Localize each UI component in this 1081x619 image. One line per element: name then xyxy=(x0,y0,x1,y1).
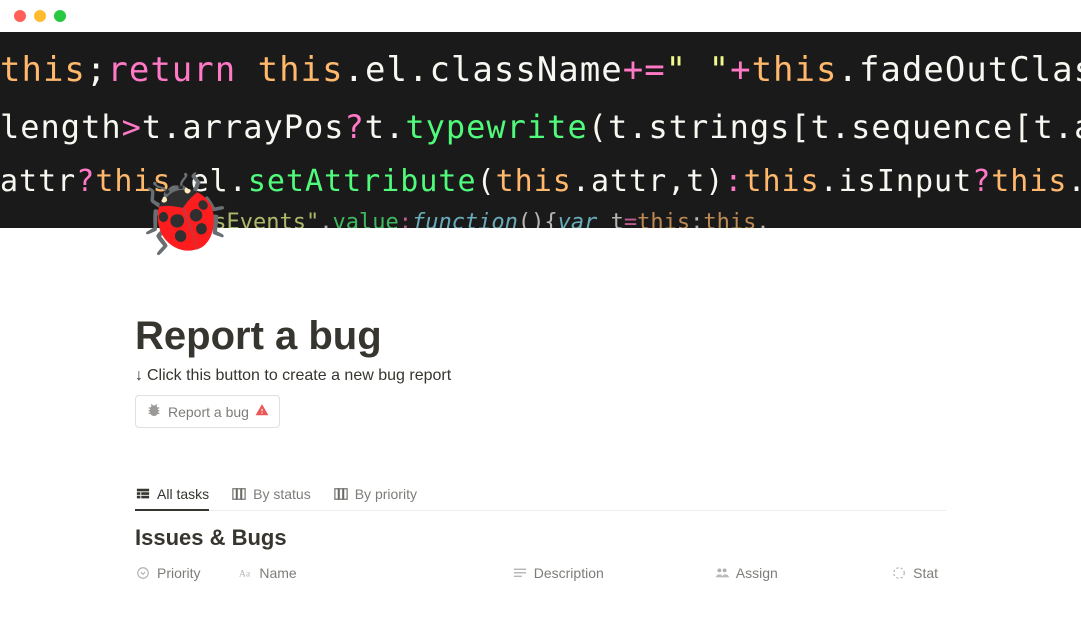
column-label: Stat xyxy=(913,565,938,581)
down-arrow-icon: ↓ xyxy=(135,367,143,385)
status-icon xyxy=(891,565,907,581)
column-header-description[interactable]: Description xyxy=(512,559,714,587)
cover-code-line: length>t.arrayPos?t.typewrite(t.strings[… xyxy=(0,108,1081,146)
page-content: Report a bug ↓ Click this button to crea… xyxy=(0,228,1081,587)
database-views: All tasks By status By priority xyxy=(135,486,946,511)
column-header-status[interactable]: Stat xyxy=(891,559,946,587)
column-label: Description xyxy=(534,565,604,581)
column-header-name[interactable]: Aa Name xyxy=(237,559,511,587)
lines-icon xyxy=(512,565,528,581)
view-tab-label: By status xyxy=(253,486,311,502)
page-subtitle[interactable]: ↓ Click this button to create a new bug … xyxy=(135,367,946,385)
warning-icon xyxy=(255,403,269,420)
page-icon[interactable]: 🐞 xyxy=(135,175,232,253)
select-icon xyxy=(135,565,151,581)
window-titlebar xyxy=(0,0,1081,32)
view-tab-by-status[interactable]: By status xyxy=(231,486,311,511)
svg-text:Aa: Aa xyxy=(239,569,251,580)
table-icon xyxy=(135,486,151,502)
maximize-window-button[interactable] xyxy=(54,10,66,22)
view-tab-label: By priority xyxy=(355,486,417,502)
close-window-button[interactable] xyxy=(14,10,26,22)
board-icon xyxy=(333,486,349,502)
minimize-window-button[interactable] xyxy=(34,10,46,22)
view-tab-label: All tasks xyxy=(157,486,209,502)
bug-icon xyxy=(146,402,162,421)
column-header-assign[interactable]: Assign xyxy=(714,559,891,587)
board-icon xyxy=(231,486,247,502)
subtitle-text: Click this button to create a new bug re… xyxy=(147,367,451,385)
report-bug-button[interactable]: Report a bug xyxy=(135,395,280,428)
cover-code-line: usEvents",value:function(){var t=this;th… xyxy=(200,210,770,228)
view-tab-by-priority[interactable]: By priority xyxy=(333,486,417,511)
button-label: Report a bug xyxy=(168,404,249,420)
column-label: Assign xyxy=(736,565,778,581)
view-tab-all-tasks[interactable]: All tasks xyxy=(135,486,209,511)
cover-code-line: this;return this.el.className+=" "+this.… xyxy=(0,50,1081,90)
text-icon: Aa xyxy=(237,565,253,581)
column-label: Name xyxy=(259,565,296,581)
table-header-row: Priority Aa Name Description Assign Stat xyxy=(135,559,946,587)
database-title[interactable]: Issues & Bugs xyxy=(135,525,946,551)
column-header-priority[interactable]: Priority xyxy=(135,559,237,587)
people-icon xyxy=(714,565,730,581)
column-label: Priority xyxy=(157,565,201,581)
page-title[interactable]: Report a bug xyxy=(135,314,946,359)
